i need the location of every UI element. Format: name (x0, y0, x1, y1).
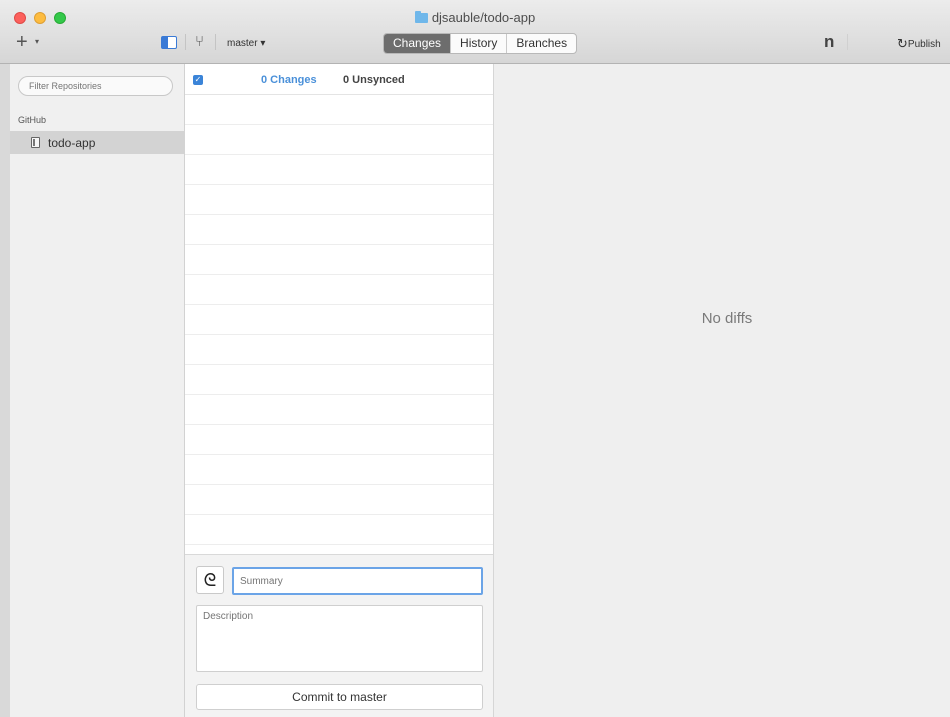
folder-icon (414, 11, 428, 23)
branch-selector[interactable]: master ▾ (227, 38, 265, 49)
window-title-text: djsauble/todo-app (431, 10, 536, 25)
publish-label: Publish (907, 39, 941, 50)
sidebar-item-label: todo-app (48, 136, 96, 150)
avatar: ᘓ (196, 566, 224, 594)
n-icon[interactable]: n (824, 32, 834, 52)
commit-button[interactable]: Commit to master (196, 684, 483, 710)
select-all-checkbox[interactable]: ✓ (193, 75, 203, 85)
sidebar-item-todo-app[interactable]: todo-app (10, 131, 185, 154)
no-diffs-message: No diffs (701, 310, 753, 327)
publish-button[interactable]: ↻Publish (897, 36, 941, 52)
toolbar-divider (847, 34, 848, 50)
window-edge (0, 64, 10, 717)
sync-icon: ↻ (897, 36, 908, 51)
diff-panel: No diffs (494, 64, 950, 717)
add-dropdown-caret-icon[interactable]: ▾ (35, 37, 39, 46)
description-input[interactable] (196, 605, 483, 672)
app-window: djsauble/todo-app + ▾ ⑂ master ▾ Changes… (0, 0, 950, 717)
summary-input[interactable] (232, 567, 483, 595)
toolbar-divider (185, 34, 186, 50)
toolbar-divider (215, 34, 216, 50)
add-repository-button[interactable]: + (16, 32, 28, 52)
tab-history[interactable]: History (450, 34, 506, 53)
window-title: djsauble/todo-app (0, 10, 950, 25)
changes-list (185, 95, 493, 553)
unsynced-count-link[interactable]: 0 Unsynced (343, 74, 405, 86)
sidebar-section-github: GitHub (18, 115, 47, 125)
commit-area: ᘓ Commit to master (185, 554, 493, 717)
sidebar-toggle-icon[interactable] (161, 36, 177, 49)
toolbar: djsauble/todo-app + ▾ ⑂ master ▾ Changes… (0, 0, 950, 64)
changes-panel: ✓ 0 Changes 0 Unsynced ᘓ Commit to maste… (185, 64, 494, 717)
tab-changes[interactable]: Changes (384, 34, 451, 53)
filter-repositories-input[interactable] (18, 76, 173, 96)
tab-branches[interactable]: Branches (506, 34, 576, 53)
branch-icon[interactable]: ⑂ (195, 33, 204, 50)
changes-header: ✓ 0 Changes 0 Unsynced (185, 64, 493, 95)
repository-sidebar: GitHub todo-app (10, 64, 185, 717)
view-tabs: Changes History Branches (383, 33, 578, 54)
repository-icon (31, 137, 40, 148)
changes-count-link[interactable]: 0 Changes (261, 74, 317, 86)
